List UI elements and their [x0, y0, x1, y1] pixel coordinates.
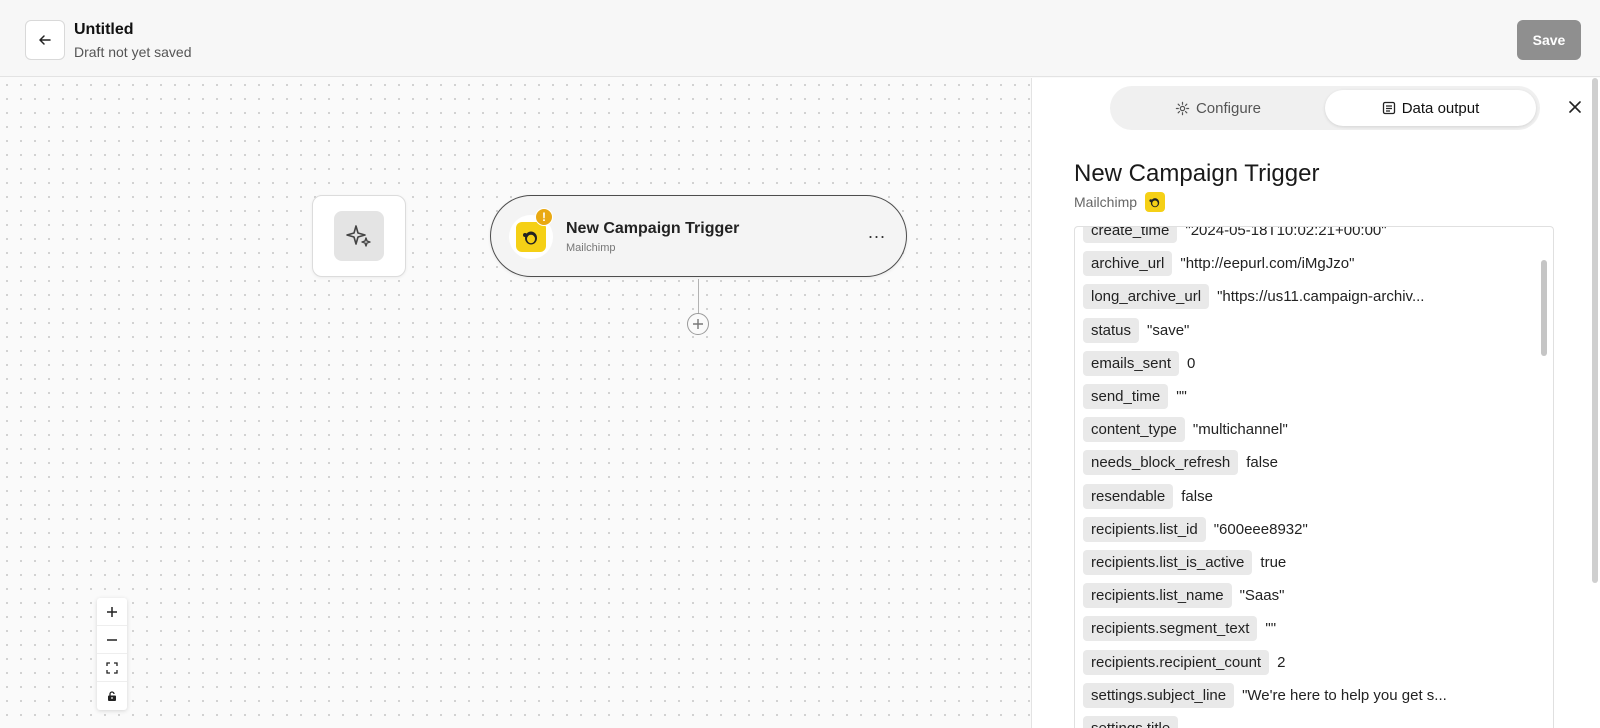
output-field-value: false [1246, 454, 1278, 472]
output-row[interactable]: resendable false [1083, 480, 1537, 513]
output-row[interactable]: create_time "2024-05-18T10:02:21+00:00" [1083, 226, 1537, 247]
output-field-value: true [1260, 553, 1287, 571]
tab-configure-label: Configure [1195, 99, 1262, 117]
output-field-key: recipients.list_name [1083, 583, 1232, 609]
output-row[interactable]: status "save" [1083, 314, 1537, 347]
output-field-key: content_type [1083, 417, 1185, 443]
output-row[interactable]: settings.subject_line "We're here to help… [1083, 679, 1537, 712]
output-field-key: status [1083, 317, 1140, 343]
gear-icon [1175, 101, 1190, 115]
zoom-out-button[interactable] [97, 626, 127, 654]
fit-view-button[interactable] [97, 654, 127, 682]
output-field-value: "https://us11.campaign-archiv... [1217, 288, 1425, 306]
output-row[interactable]: archive_url "http://eepurl.com/iMgJzo" [1083, 247, 1537, 280]
warning-icon: ! [535, 208, 553, 226]
output-row[interactable]: long_archive_url "https://us11.campaign-a… [1083, 280, 1537, 313]
zoom-controls [97, 598, 127, 710]
output-row[interactable]: recipients.list_id "600eee8932" [1083, 513, 1537, 546]
output-field-value: false [1181, 487, 1213, 505]
output-field-key: resendable [1083, 483, 1174, 509]
panel-title: New Campaign Trigger [1074, 160, 1320, 187]
top-bar: Untitled Draft not yet saved Save [0, 0, 1600, 77]
lock-icon [108, 691, 116, 701]
output-field-value: "2024-05-18T10:02:21+00:00" [1185, 226, 1387, 240]
output-row[interactable]: content_type "multichannel" [1083, 413, 1537, 446]
tab-configure[interactable]: Configure [1114, 90, 1322, 126]
output-row[interactable]: emails_sent 0 [1083, 347, 1537, 380]
output-field-key: recipients.segment_text [1083, 616, 1258, 642]
output-field-key: create_time [1083, 227, 1178, 244]
sparkles-icon [346, 225, 371, 247]
output-rows: create_time "2024-05-18T10:02:21+00:00" ar… [1083, 226, 1537, 728]
output-field-value: "" [1176, 388, 1187, 406]
output-field-value: "save" [1147, 321, 1190, 339]
output-field-value: "" [1265, 620, 1277, 638]
output-field-key: recipients.list_is_active [1083, 549, 1253, 575]
trigger-node[interactable]: ! New Campaign Trigger Mailchimp ... [490, 195, 907, 277]
output-field-value: 2 [1277, 653, 1286, 671]
panel-app-label: Mailchimp [1074, 192, 1166, 212]
output-field-value: "600eee8932" [1213, 520, 1308, 538]
output-row[interactable]: send_time "" [1083, 380, 1537, 413]
lock-button[interactable] [97, 682, 127, 710]
back-button[interactable] [25, 20, 65, 60]
output-row[interactable]: recipients.list_is_active true [1083, 546, 1537, 579]
output-field-key: settings.subject_line [1083, 682, 1235, 708]
close-icon [1569, 101, 1581, 113]
mailchimp-logo-icon [516, 222, 546, 252]
workflow-canvas[interactable]: ! New Campaign Trigger Mailchimp ... [0, 78, 1030, 728]
ai-node-inner [334, 211, 384, 261]
save-button[interactable]: Save [1517, 20, 1581, 60]
fullscreen-icon [106, 661, 118, 674]
output-row[interactable]: needs_block_refresh false [1083, 446, 1537, 479]
output-field-key: archive_url [1083, 251, 1173, 277]
output-field-value: "Saas" [1239, 587, 1285, 605]
zoom-in-button[interactable] [97, 598, 127, 626]
output-field-value: "multichannel" [1192, 421, 1288, 439]
document-title-block: Untitled Draft not yet saved [74, 20, 192, 61]
output-field-value: 0 [1187, 354, 1196, 372]
arrow-left-icon [39, 35, 51, 45]
node-menu-button[interactable]: ... [868, 222, 886, 243]
output-field-key: needs_block_refresh [1083, 450, 1239, 476]
output-field-key: settings.title [1083, 715, 1179, 728]
output-row[interactable]: recipients.segment_text "" [1083, 612, 1537, 645]
trigger-node-app: Mailchimp [566, 242, 616, 254]
output-row[interactable]: recipients.recipient_count 2 [1083, 645, 1537, 678]
trigger-node-title: New Campaign Trigger [566, 220, 740, 237]
output-field-key: recipients.recipient_count [1083, 649, 1270, 675]
plus-icon [107, 606, 117, 617]
tab-data-output[interactable]: Data output [1325, 90, 1536, 126]
output-field-key: recipients.list_id [1083, 516, 1206, 542]
draft-status: Draft not yet saved [74, 44, 192, 60]
output-row[interactable]: settings.title [1083, 712, 1537, 728]
panel-scrollbar[interactable] [1592, 78, 1598, 583]
output-field-value: "We're here to help you get s... [1242, 686, 1447, 704]
panel-tabs: Configure Data output [1110, 86, 1540, 130]
output-field-key: long_archive_url [1083, 284, 1210, 310]
output-row[interactable]: recipients.list_name "Saas" [1083, 579, 1537, 612]
node-connector [698, 279, 699, 314]
plus-icon [693, 319, 703, 329]
side-panel: Configure Data output New Campaign Trigg… [1031, 78, 1600, 728]
add-step-button[interactable] [687, 313, 709, 335]
mailchimp-logo-icon [1145, 192, 1166, 212]
output-field-key: emails_sent [1083, 350, 1180, 376]
document-title[interactable]: Untitled [74, 20, 192, 40]
ai-start-node[interactable] [312, 195, 406, 277]
close-panel-button[interactable] [1564, 96, 1586, 118]
panel-app-name: Mailchimp [1074, 194, 1138, 210]
tab-data-output-label: Data output [1401, 99, 1480, 117]
output-field-value: "http://eepurl.com/iMgJzo" [1180, 255, 1355, 273]
output-field-key: send_time [1083, 384, 1169, 410]
document-icon [1382, 101, 1395, 115]
data-output-list[interactable]: create_time "2024-05-18T10:02:21+00:00" ar… [1074, 226, 1554, 728]
output-scrollbar[interactable] [1541, 260, 1547, 356]
minus-icon [107, 638, 117, 641]
